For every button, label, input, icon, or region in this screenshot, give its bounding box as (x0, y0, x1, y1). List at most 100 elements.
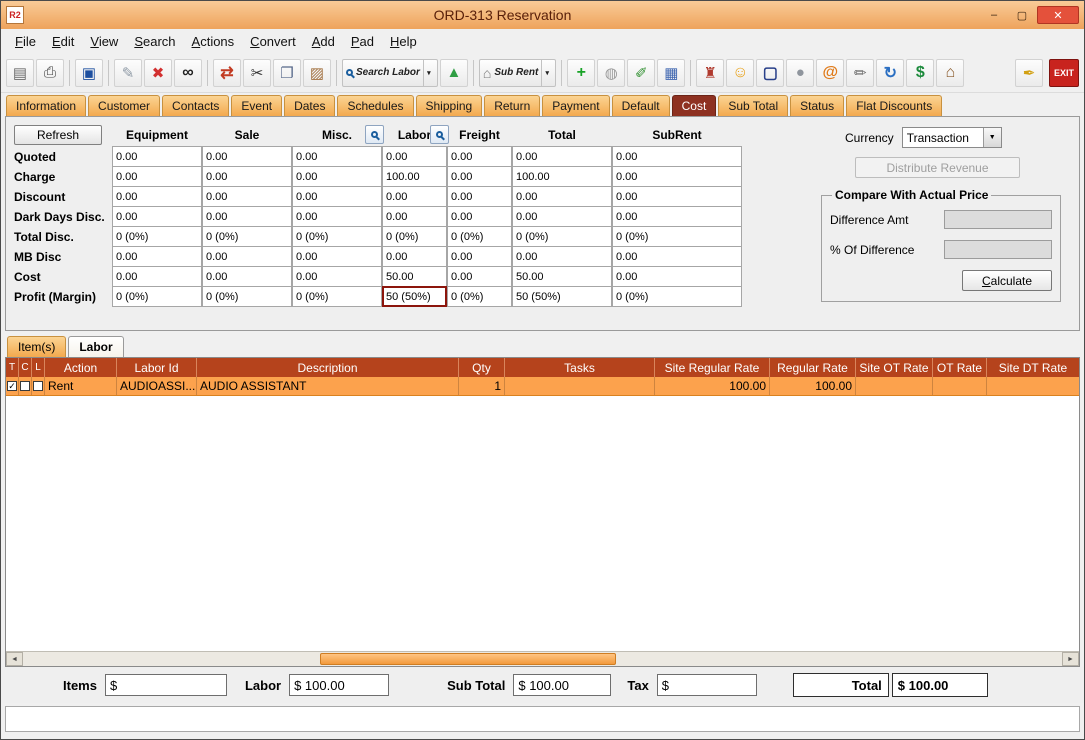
column-header-labor-id[interactable]: Labor Id (117, 358, 197, 377)
exit-button[interactable]: EXIT (1049, 59, 1079, 87)
column-header-tasks[interactable]: Tasks (505, 358, 655, 377)
row-label-mb-disc: MB Disc (14, 246, 112, 267)
menu-pad[interactable]: Pad (343, 31, 382, 52)
write-icon[interactable]: ✐ (627, 59, 655, 87)
tab-cost[interactable]: Cost (672, 95, 717, 116)
subtab-item-s[interactable]: Item(s) (7, 336, 66, 357)
org-icon[interactable]: ♜ (696, 59, 724, 87)
column-header-sale: Sale (202, 123, 292, 147)
sub-rent-button[interactable]: ⌂Sub Rent▾ (479, 59, 556, 87)
chevron-down-icon[interactable]: ▾ (541, 60, 552, 86)
scrollbar-thumb[interactable] (320, 653, 616, 665)
delete-icon[interactable]: ✖ (144, 59, 172, 87)
tab-customer[interactable]: Customer (88, 95, 160, 116)
column-header-equipment: Equipment (112, 123, 202, 147)
column-header-ot-rate[interactable]: OT Rate (933, 358, 987, 377)
monitor-icon[interactable]: ▢ (756, 59, 784, 87)
notes-icon[interactable]: ✏ (846, 59, 874, 87)
cost-cell-dark-days-disc-sale: 0.00 (202, 206, 292, 227)
currency-select[interactable]: Transaction ▼ (902, 127, 1002, 148)
tab-default[interactable]: Default (612, 95, 670, 116)
column-header-site-regular-rate[interactable]: Site Regular Rate (655, 358, 770, 377)
find-icon[interactable]: ∞ (174, 59, 202, 87)
add-icon[interactable]: + (567, 59, 595, 87)
refresh-button[interactable]: Refresh (14, 125, 102, 145)
menu-actions[interactable]: Actions (184, 31, 243, 52)
column-header-c[interactable]: C (19, 358, 32, 377)
cost-cell-charge-misc: 0.00 (292, 166, 382, 187)
sub-total-field[interactable]: $ 100.00 (513, 674, 611, 696)
smiley-icon[interactable]: ☺ (726, 59, 754, 87)
cash-icon[interactable]: $ (906, 59, 934, 87)
column-header-regular-rate[interactable]: Regular Rate (770, 358, 856, 377)
minimize-button[interactable]: – (981, 6, 1007, 24)
app-icon: R2 (6, 6, 24, 24)
schedule-icon[interactable]: ▦ (657, 59, 685, 87)
tab-status[interactable]: Status (790, 95, 844, 116)
tab-information[interactable]: Information (6, 95, 86, 116)
calculate-button[interactable]: Calculate (962, 270, 1052, 291)
scrollbar-track[interactable] (23, 652, 1062, 666)
maximize-button[interactable]: ▢ (1009, 6, 1035, 24)
horizontal-scrollbar[interactable]: ◄ ► (6, 651, 1079, 666)
column-header-site-ot-rate[interactable]: Site OT Rate (856, 358, 933, 377)
labor-field[interactable]: $ 100.00 (289, 674, 389, 696)
convert-icon[interactable]: ⇄ (213, 59, 241, 87)
menu-add[interactable]: Add (304, 31, 343, 52)
menu-edit[interactable]: Edit (44, 31, 82, 52)
close-button[interactable]: ✕ (1037, 6, 1079, 24)
edit-icon[interactable]: ✎ (114, 59, 142, 87)
cut-icon[interactable]: ✂ (243, 59, 271, 87)
print-icon[interactable]: ⎙ (36, 59, 64, 87)
money-bag-icon[interactable]: @ (816, 59, 844, 87)
cost-cell-dark-days-disc-labor: 0.00 (382, 206, 447, 227)
tab-flat-discounts[interactable]: Flat Discounts (846, 95, 942, 116)
c-checkbox[interactable] (20, 381, 30, 391)
menu-help[interactable]: Help (382, 31, 425, 52)
search-labor-button[interactable]: Search Labor▾ (342, 59, 438, 87)
paste-icon[interactable]: ▨ (303, 59, 331, 87)
building-icon[interactable]: ⌂ (936, 59, 964, 87)
page-setup-icon[interactable]: ▤ (6, 59, 34, 87)
tax-field[interactable]: $ (657, 674, 757, 696)
tab-payment[interactable]: Payment (542, 95, 609, 116)
copy-icon[interactable]: ❐ (273, 59, 301, 87)
menu-view[interactable]: View (82, 31, 126, 52)
column-header-action[interactable]: Action (45, 358, 117, 377)
subtab-labor[interactable]: Labor (68, 336, 123, 357)
column-header-qty[interactable]: Qty (459, 358, 505, 377)
chart-icon[interactable]: ▲ (440, 59, 468, 87)
globe-icon[interactable]: ● (786, 59, 814, 87)
sub-rent-button-glyph-icon: ⌂ (483, 65, 491, 81)
currency-selected-value: Transaction (903, 131, 983, 145)
currency-refresh-icon[interactable]: ↻ (876, 59, 904, 87)
chevron-down-icon[interactable]: ▼ (983, 128, 1001, 147)
menu-convert[interactable]: Convert (242, 31, 304, 52)
tab-return[interactable]: Return (484, 95, 540, 116)
tab-shipping[interactable]: Shipping (416, 95, 483, 116)
l-checkbox[interactable] (33, 381, 43, 391)
row-label-quoted: Quoted (14, 146, 112, 167)
tab-event[interactable]: Event (231, 95, 282, 116)
scroll-left-button[interactable]: ◄ (6, 652, 23, 666)
column-header-t[interactable]: T (6, 358, 19, 377)
tab-contacts[interactable]: Contacts (162, 95, 229, 116)
tab-schedules[interactable]: Schedules (337, 95, 413, 116)
column-header-description[interactable]: Description (197, 358, 459, 377)
spheres-icon[interactable]: ◍ (597, 59, 625, 87)
tab-dates[interactable]: Dates (284, 95, 335, 116)
table-row[interactable]: ✓RentAUDIOASSI...AUDIO ASSISTANT1100.001… (6, 377, 1079, 396)
tab-sub-total[interactable]: Sub Total (718, 95, 788, 116)
menu-file[interactable]: File (7, 31, 44, 52)
wand-icon[interactable]: ✒ (1015, 59, 1043, 87)
column-header-l[interactable]: L (32, 358, 45, 377)
items-field[interactable]: $ (105, 674, 227, 696)
status-bar (5, 706, 1080, 732)
chevron-down-icon[interactable]: ▾ (423, 60, 434, 86)
scroll-right-button[interactable]: ► (1062, 652, 1079, 666)
menu-search[interactable]: Search (126, 31, 183, 52)
cost-cell-cost-freight: 0.00 (447, 266, 512, 287)
t-checkbox[interactable]: ✓ (7, 381, 17, 391)
column-header-site-dt-rate[interactable]: Site DT Rate (987, 358, 1079, 377)
save-icon[interactable]: ▣ (75, 59, 103, 87)
